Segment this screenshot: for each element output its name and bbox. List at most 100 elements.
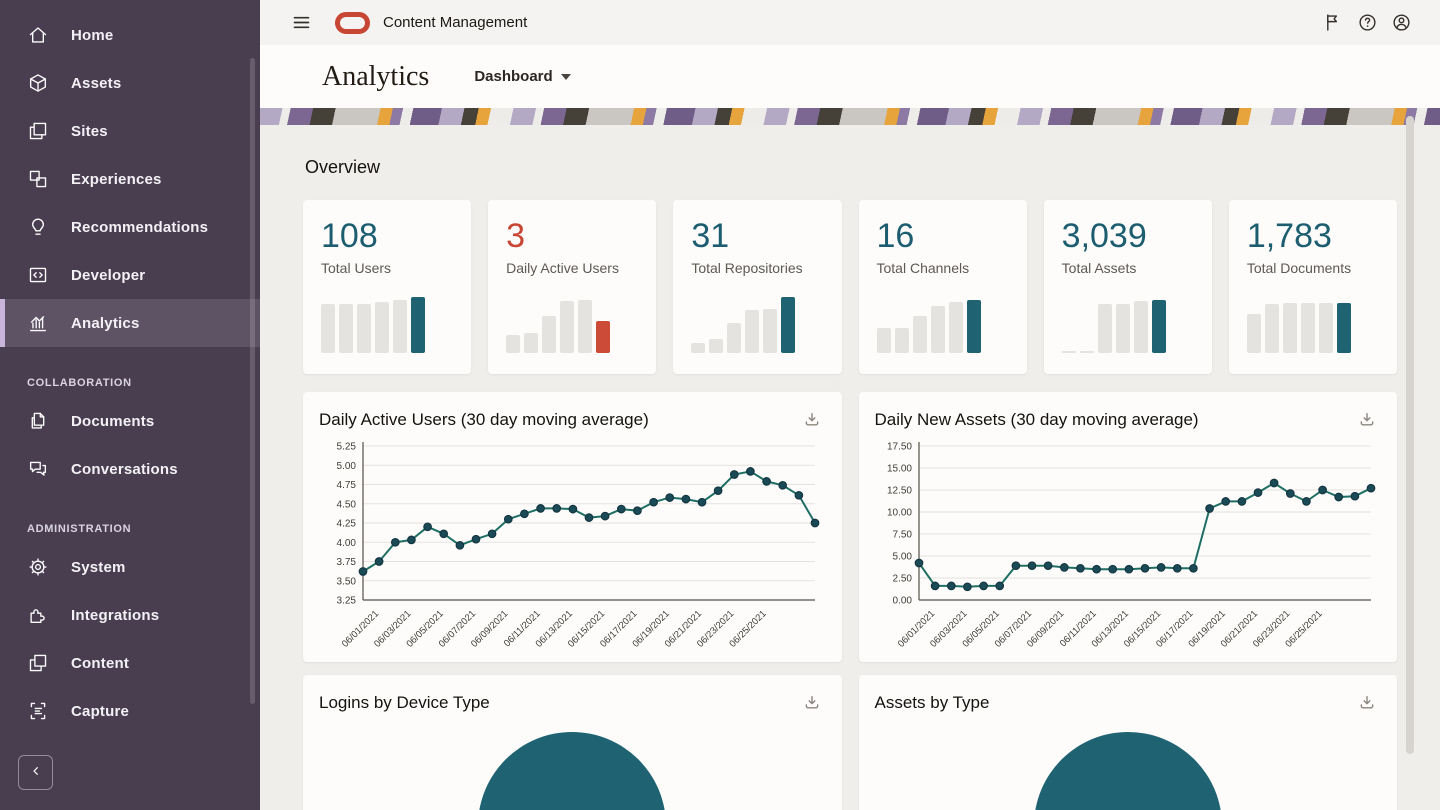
sidebar-item-label: Capture: [71, 703, 129, 720]
page-title: Analytics: [322, 61, 429, 93]
svg-text:2.50: 2.50: [892, 574, 912, 585]
svg-text:10.00: 10.00: [886, 508, 911, 519]
axes: [919, 442, 1371, 600]
help-button[interactable]: [1350, 6, 1384, 40]
download-chart-button[interactable]: [798, 406, 826, 434]
charts-grid: Daily Active Users (30 day moving averag…: [303, 392, 1397, 662]
stat-accent-bar: [1152, 300, 1166, 353]
experiences-icon: [27, 168, 49, 190]
stat-label: Daily Active Users: [506, 260, 642, 276]
stat-bar: [1265, 304, 1279, 353]
stat-bar: [357, 304, 371, 353]
stat-bar: [542, 316, 556, 353]
chart-title: Daily New Assets (30 day moving average): [875, 410, 1199, 430]
oracle-logo: [335, 12, 370, 34]
app-title: Content Management: [383, 14, 527, 31]
sidebar-item-label: Experiences: [71, 171, 162, 188]
stat-value: 108: [321, 218, 457, 255]
svg-text:7.50: 7.50: [892, 530, 912, 541]
stat-bar: [727, 323, 741, 354]
sidebar-item-label: Documents: [71, 413, 154, 430]
stat-label: Total Assets: [1062, 260, 1198, 276]
sidebar-item-label: Conversations: [71, 461, 178, 478]
download-chart-button[interactable]: [798, 689, 826, 717]
x-tick-labels: 06/01/202106/03/202106/05/202106/07/2021…: [895, 608, 1324, 649]
sidebar-item-analytics[interactable]: Analytics: [0, 299, 260, 347]
sidebar-item-documents[interactable]: Documents: [0, 397, 260, 445]
system-icon: [27, 556, 49, 578]
stat-bar: [375, 302, 389, 354]
caret-down-icon: [561, 74, 571, 80]
stat-label: Total Repositories: [691, 260, 827, 276]
svg-text:5.00: 5.00: [337, 461, 357, 472]
dashboard-view-selector[interactable]: Dashboard: [474, 68, 570, 85]
y-grid-and-ticks: 3.253.503.754.004.254.504.755.005.25: [337, 442, 815, 607]
stat-bar: [913, 316, 927, 353]
svg-text:3.75: 3.75: [337, 557, 357, 568]
stat-mini-bar-chart: [1247, 297, 1383, 353]
stat-bar: [1080, 351, 1094, 353]
account-button[interactable]: [1384, 6, 1418, 40]
sidebar-item-sites[interactable]: Sites: [0, 107, 260, 155]
sidebar-item-content[interactable]: Content: [0, 639, 260, 687]
stat-accent-bar: [1337, 303, 1351, 353]
download-chart-button[interactable]: [1353, 406, 1381, 434]
svg-text:5.00: 5.00: [892, 552, 912, 563]
stat-bar: [1319, 303, 1333, 353]
download-chart-button[interactable]: [1353, 689, 1381, 717]
analytics-icon: [27, 312, 49, 334]
stat-accent-bar: [596, 321, 610, 353]
sidebar-nav: Home Assets Sites Experiences Recommenda…: [0, 0, 260, 735]
download-icon: [802, 410, 822, 430]
stat-card-total-documents: 1,783 Total Documents: [1229, 200, 1397, 374]
page-scrollbar[interactable]: [1406, 116, 1414, 754]
announcements-flag-button[interactable]: [1316, 6, 1350, 40]
chart-card-logins-by-device-type: Logins by Device Type: [303, 675, 842, 810]
sidebar-item-developer[interactable]: Developer: [0, 251, 260, 299]
integrations-icon: [27, 604, 49, 626]
sidebar-item-recommendations[interactable]: Recommendations: [0, 203, 260, 251]
sidebar-item-label: Sites: [71, 123, 108, 140]
chart-title: Assets by Type: [875, 693, 990, 713]
stat-card-total-channels: 16 Total Channels: [859, 200, 1027, 374]
stat-mini-bar-chart: [691, 297, 827, 353]
sidebar-scrollbar[interactable]: [250, 58, 255, 704]
sidebar-item-label: Assets: [71, 75, 121, 92]
stat-bar: [339, 304, 353, 353]
sidebar-item-capture[interactable]: Capture: [0, 687, 260, 735]
stat-bar: [1283, 303, 1297, 353]
stat-bar: [393, 300, 407, 354]
stats-grid: 108 Total Users 3 Daily Active Users 31 …: [303, 200, 1397, 374]
stat-card-total-repositories: 31 Total Repositories: [673, 200, 841, 374]
top-bar: Content Management: [260, 0, 1440, 45]
stat-label: Total Channels: [877, 260, 1013, 276]
sidebar-item-system[interactable]: System: [0, 543, 260, 591]
chart-card-daily-active-users: Daily Active Users (30 day moving averag…: [303, 392, 842, 662]
svg-text:4.00: 4.00: [337, 538, 357, 549]
sidebar-item-label: Content: [71, 655, 129, 672]
sidebar-collapse-button[interactable]: [18, 755, 53, 790]
hamburger-menu-button[interactable]: [284, 6, 318, 40]
chevron-left-icon: [28, 763, 44, 782]
content-area: Overview 108 Total Users 3 Daily Active …: [260, 125, 1440, 810]
download-icon: [1357, 693, 1377, 713]
developer-icon: [27, 264, 49, 286]
stat-mini-bar-chart: [1062, 297, 1198, 353]
sidebar-item-assets[interactable]: Assets: [0, 59, 260, 107]
sidebar-item-integrations[interactable]: Integrations: [0, 591, 260, 639]
pie-chart-circle: [478, 732, 666, 810]
sidebar-item-conversations[interactable]: Conversations: [0, 445, 260, 493]
stat-bar: [321, 304, 335, 353]
page-header: Analytics Dashboard: [260, 45, 1440, 108]
stat-bar: [506, 335, 520, 353]
line-chart-svg: 0.002.505.007.5010.0012.5015.0017.5006/0…: [875, 438, 1381, 660]
flag-icon: [1323, 12, 1344, 33]
svg-text:17.50: 17.50: [886, 442, 911, 453]
conversations-icon: [27, 458, 49, 480]
recommendations-icon: [27, 216, 49, 238]
sidebar-item-experiences[interactable]: Experiences: [0, 155, 260, 203]
sidebar-item-label: System: [71, 559, 126, 576]
sidebar-item-label: Analytics: [71, 315, 140, 332]
stat-value: 3: [506, 218, 642, 255]
sidebar-item-home[interactable]: Home: [0, 11, 260, 59]
